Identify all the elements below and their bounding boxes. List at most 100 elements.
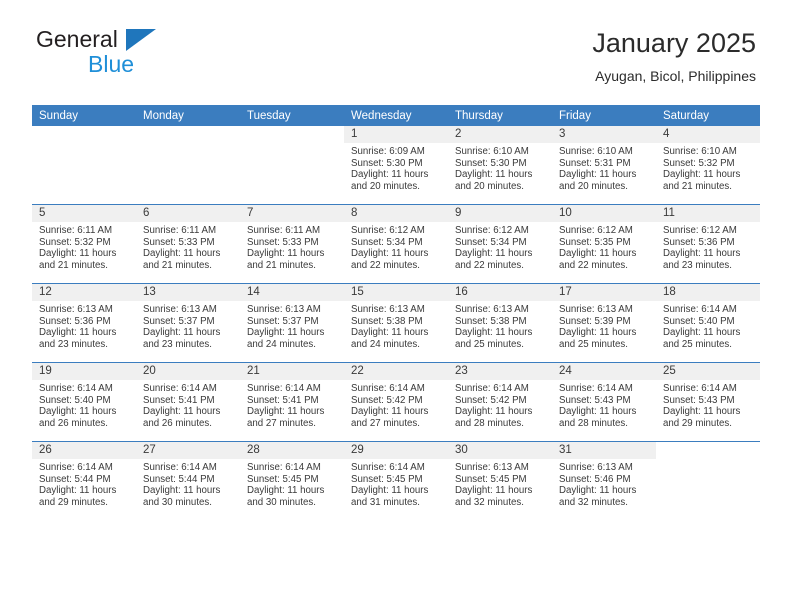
calendar-cell[interactable]: 22 Sunrise: 6:14 AM Sunset: 5:42 PM Dayligh… — [344, 362, 448, 442]
general-blue-logo[interactable]: General Blue — [32, 26, 232, 88]
weekday-header-row: Sunday Monday Tuesday Wednesday Thursday… — [32, 105, 760, 126]
day-number: 1 — [344, 126, 448, 143]
calendar-cell[interactable]: 6 Sunrise: 6:11 AM Sunset: 5:33 PM Daylight… — [136, 204, 240, 284]
calendar-cell[interactable]: 10 Sunrise: 6:12 AM Sunset: 5:35 PM Dayligh… — [552, 204, 656, 284]
calendar-cell[interactable]: 17 Sunrise: 6:13 AM Sunset: 5:39 PM Dayligh… — [552, 283, 656, 363]
calendar-cell[interactable]: 28 Sunrise: 6:14 AM Sunset: 5:45 PM Dayligh… — [240, 441, 344, 520]
calendar-cell-day[interactable]: 30 Sunrise: 6:13 AM Sunset: 5:45 PM Dayligh… — [448, 442, 552, 520]
sunset-text: Sunset: 5:45 PM — [455, 473, 527, 485]
sunrise-text: Sunrise: 6:14 AM — [39, 383, 113, 394]
calendar-cell-day[interactable]: 12 Sunrise: 6:13 AM Sunset: 5:36 PM Dayligh… — [32, 284, 136, 362]
calendar-cell-day[interactable]: 26 Sunrise: 6:14 AM Sunset: 5:44 PM Dayligh… — [32, 442, 136, 520]
calendar-cell-day[interactable]: 1 Sunrise: 6:09 AM Sunset: 5:30 PM Daylight… — [344, 126, 448, 204]
calendar-cell[interactable]: 9 Sunrise: 6:12 AM Sunset: 5:34 PM Daylight… — [448, 204, 552, 284]
daylight-text: Daylight: 11 hours and 22 minutes. — [351, 248, 429, 271]
calendar-cell[interactable]: 26 Sunrise: 6:14 AM Sunset: 5:44 PM Dayligh… — [32, 441, 136, 520]
calendar-cell[interactable]: 13 Sunrise: 6:13 AM Sunset: 5:37 PM Dayligh… — [136, 283, 240, 363]
calendar-cell[interactable]: 30 Sunrise: 6:13 AM Sunset: 5:45 PM Dayligh… — [448, 441, 552, 520]
calendar-cell-day[interactable]: 23 Sunrise: 6:14 AM Sunset: 5:42 PM Dayligh… — [448, 363, 552, 441]
calendar-cell[interactable]: 15 Sunrise: 6:13 AM Sunset: 5:38 PM Dayligh… — [344, 283, 448, 363]
calendar-cell-day[interactable]: 7 Sunrise: 6:11 AM Sunset: 5:33 PM Daylight… — [240, 205, 344, 283]
logo-text-general: General — [36, 26, 118, 52]
calendar-cell-day[interactable]: 16 Sunrise: 6:13 AM Sunset: 5:38 PM Dayligh… — [448, 284, 552, 362]
calendar-cell[interactable]: 12 Sunrise: 6:13 AM Sunset: 5:36 PM Dayligh… — [32, 283, 136, 363]
calendar-cell-day[interactable]: 9 Sunrise: 6:12 AM Sunset: 5:34 PM Daylight… — [448, 205, 552, 283]
calendar-cell-day[interactable]: 5 Sunrise: 6:11 AM Sunset: 5:32 PM Daylight… — [32, 205, 136, 283]
sunset-text: Sunset: 5:45 PM — [351, 473, 423, 485]
calendar-cell[interactable]: 16 Sunrise: 6:13 AM Sunset: 5:38 PM Dayligh… — [448, 283, 552, 363]
calendar-cell-day[interactable]: 17 Sunrise: 6:13 AM Sunset: 5:39 PM Dayligh… — [552, 284, 656, 362]
calendar-cell-day[interactable]: 13 Sunrise: 6:13 AM Sunset: 5:37 PM Dayligh… — [136, 284, 240, 362]
day-details: Sunrise: 6:12 AM Sunset: 5:34 PM Daylight:… — [448, 222, 552, 271]
sunset-text: Sunset: 5:42 PM — [455, 394, 527, 406]
calendar-cell-day[interactable]: 19 Sunrise: 6:14 AM Sunset: 5:40 PM Dayligh… — [32, 363, 136, 441]
calendar-cell-day[interactable]: 3 Sunrise: 6:10 AM Sunset: 5:31 PM Daylight… — [552, 126, 656, 204]
logo-text-blue: Blue — [88, 51, 135, 77]
calendar-cell[interactable]: 21 Sunrise: 6:14 AM Sunset: 5:41 PM Dayligh… — [240, 362, 344, 442]
calendar-cell-day[interactable]: 18 Sunrise: 6:14 AM Sunset: 5:40 PM Dayligh… — [656, 284, 760, 362]
day-details: Sunrise: 6:14 AM Sunset: 5:45 PM Daylight:… — [344, 459, 448, 508]
calendar-cell[interactable]: 3 Sunrise: 6:10 AM Sunset: 5:31 PM Daylight… — [552, 126, 656, 205]
calendar-cell-day[interactable]: 14 Sunrise: 6:13 AM Sunset: 5:37 PM Dayligh… — [240, 284, 344, 362]
calendar-cell[interactable]: 31 Sunrise: 6:13 AM Sunset: 5:46 PM Dayligh… — [552, 441, 656, 520]
calendar-cell[interactable] — [32, 126, 136, 205]
calendar-cell-day[interactable]: 25 Sunrise: 6:14 AM Sunset: 5:43 PM Dayligh… — [656, 363, 760, 441]
day-number: 15 — [344, 284, 448, 301]
sunset-text: Sunset: 5:38 PM — [351, 315, 423, 327]
day-number — [240, 126, 344, 143]
calendar-cell[interactable]: 23 Sunrise: 6:14 AM Sunset: 5:42 PM Dayligh… — [448, 362, 552, 442]
day-number: 18 — [656, 284, 760, 301]
calendar-cell[interactable]: 8 Sunrise: 6:12 AM Sunset: 5:34 PM Daylight… — [344, 204, 448, 284]
calendar-cell[interactable]: 20 Sunrise: 6:14 AM Sunset: 5:41 PM Dayligh… — [136, 362, 240, 442]
day-details: Sunrise: 6:11 AM Sunset: 5:33 PM Daylight:… — [240, 222, 344, 271]
calendar-cell-day[interactable]: 10 Sunrise: 6:12 AM Sunset: 5:35 PM Dayligh… — [552, 205, 656, 283]
calendar-cell[interactable] — [136, 126, 240, 205]
calendar-cell[interactable]: 25 Sunrise: 6:14 AM Sunset: 5:43 PM Dayligh… — [656, 362, 760, 442]
calendar-cell[interactable]: 5 Sunrise: 6:11 AM Sunset: 5:32 PM Daylight… — [32, 204, 136, 284]
calendar-cell[interactable]: 2 Sunrise: 6:10 AM Sunset: 5:30 PM Daylight… — [448, 126, 552, 205]
calendar-cell[interactable]: 19 Sunrise: 6:14 AM Sunset: 5:40 PM Dayligh… — [32, 362, 136, 442]
calendar-cell[interactable]: 27 Sunrise: 6:14 AM Sunset: 5:44 PM Dayligh… — [136, 441, 240, 520]
calendar-cell[interactable]: 14 Sunrise: 6:13 AM Sunset: 5:37 PM Dayligh… — [240, 283, 344, 363]
calendar-cell-day[interactable]: 20 Sunrise: 6:14 AM Sunset: 5:41 PM Dayligh… — [136, 363, 240, 441]
calendar-cell[interactable]: 18 Sunrise: 6:14 AM Sunset: 5:40 PM Dayligh… — [656, 283, 760, 363]
calendar-cell[interactable] — [240, 126, 344, 205]
day-details: Sunrise: 6:14 AM Sunset: 5:41 PM Daylight:… — [136, 380, 240, 429]
calendar-cell-day[interactable]: 6 Sunrise: 6:11 AM Sunset: 5:33 PM Daylight… — [136, 205, 240, 283]
calendar-cell-day[interactable]: 29 Sunrise: 6:14 AM Sunset: 5:45 PM Dayligh… — [344, 442, 448, 520]
day-number: 2 — [448, 126, 552, 143]
day-number: 23 — [448, 363, 552, 380]
day-number: 24 — [552, 363, 656, 380]
calendar-cell[interactable]: 24 Sunrise: 6:14 AM Sunset: 5:43 PM Dayligh… — [552, 362, 656, 442]
calendar-cell-day[interactable]: 28 Sunrise: 6:14 AM Sunset: 5:45 PM Dayligh… — [240, 442, 344, 520]
daylight-text: Daylight: 11 hours and 25 minutes. — [559, 327, 637, 350]
calendar-cell-day[interactable]: 27 Sunrise: 6:14 AM Sunset: 5:44 PM Dayligh… — [136, 442, 240, 520]
calendar-cell-day[interactable]: 2 Sunrise: 6:10 AM Sunset: 5:30 PM Daylight… — [448, 126, 552, 204]
calendar-cell[interactable] — [656, 441, 760, 520]
title-block: January 2025 Ayugan, Bicol, Philippines — [592, 26, 756, 86]
day-number — [136, 126, 240, 143]
calendar-cell-day[interactable]: 24 Sunrise: 6:14 AM Sunset: 5:43 PM Dayligh… — [552, 363, 656, 441]
weekday-header-saturday: Saturday — [656, 105, 760, 126]
calendar-cell-day[interactable]: 15 Sunrise: 6:13 AM Sunset: 5:38 PM Dayligh… — [344, 284, 448, 362]
day-details: Sunrise: 6:12 AM Sunset: 5:34 PM Daylight:… — [344, 222, 448, 271]
sunset-text: Sunset: 5:32 PM — [39, 236, 111, 248]
calendar-cell-day[interactable]: 31 Sunrise: 6:13 AM Sunset: 5:46 PM Dayligh… — [552, 442, 656, 520]
sunrise-text: Sunrise: 6:13 AM — [559, 304, 633, 315]
calendar-cell-day[interactable]: 21 Sunrise: 6:14 AM Sunset: 5:41 PM Dayligh… — [240, 363, 344, 441]
day-details: Sunrise: 6:14 AM Sunset: 5:43 PM Daylight:… — [552, 380, 656, 429]
sunrise-text: Sunrise: 6:14 AM — [247, 383, 321, 394]
calendar-cell-day[interactable]: 4 Sunrise: 6:10 AM Sunset: 5:32 PM Daylight… — [656, 126, 760, 204]
calendar-cell-day[interactable]: 8 Sunrise: 6:12 AM Sunset: 5:34 PM Daylight… — [344, 205, 448, 283]
day-number: 5 — [32, 205, 136, 222]
day-number: 28 — [240, 442, 344, 459]
calendar-cell[interactable]: 29 Sunrise: 6:14 AM Sunset: 5:45 PM Dayligh… — [344, 441, 448, 520]
calendar-cell[interactable]: 7 Sunrise: 6:11 AM Sunset: 5:33 PM Daylight… — [240, 204, 344, 284]
sunrise-text: Sunrise: 6:10 AM — [663, 146, 737, 157]
calendar-cell[interactable]: 11 Sunrise: 6:12 AM Sunset: 5:36 PM Dayligh… — [656, 204, 760, 284]
calendar-cell-day[interactable]: 11 Sunrise: 6:12 AM Sunset: 5:36 PM Dayligh… — [656, 205, 760, 283]
calendar-cell[interactable]: 4 Sunrise: 6:10 AM Sunset: 5:32 PM Daylight… — [656, 126, 760, 205]
calendar-week-row: 5 Sunrise: 6:11 AM Sunset: 5:32 PM Daylight… — [32, 204, 760, 284]
calendar-cell[interactable]: 1 Sunrise: 6:09 AM Sunset: 5:30 PM Daylight… — [344, 126, 448, 205]
calendar-cell-day[interactable]: 22 Sunrise: 6:14 AM Sunset: 5:42 PM Dayligh… — [344, 363, 448, 441]
